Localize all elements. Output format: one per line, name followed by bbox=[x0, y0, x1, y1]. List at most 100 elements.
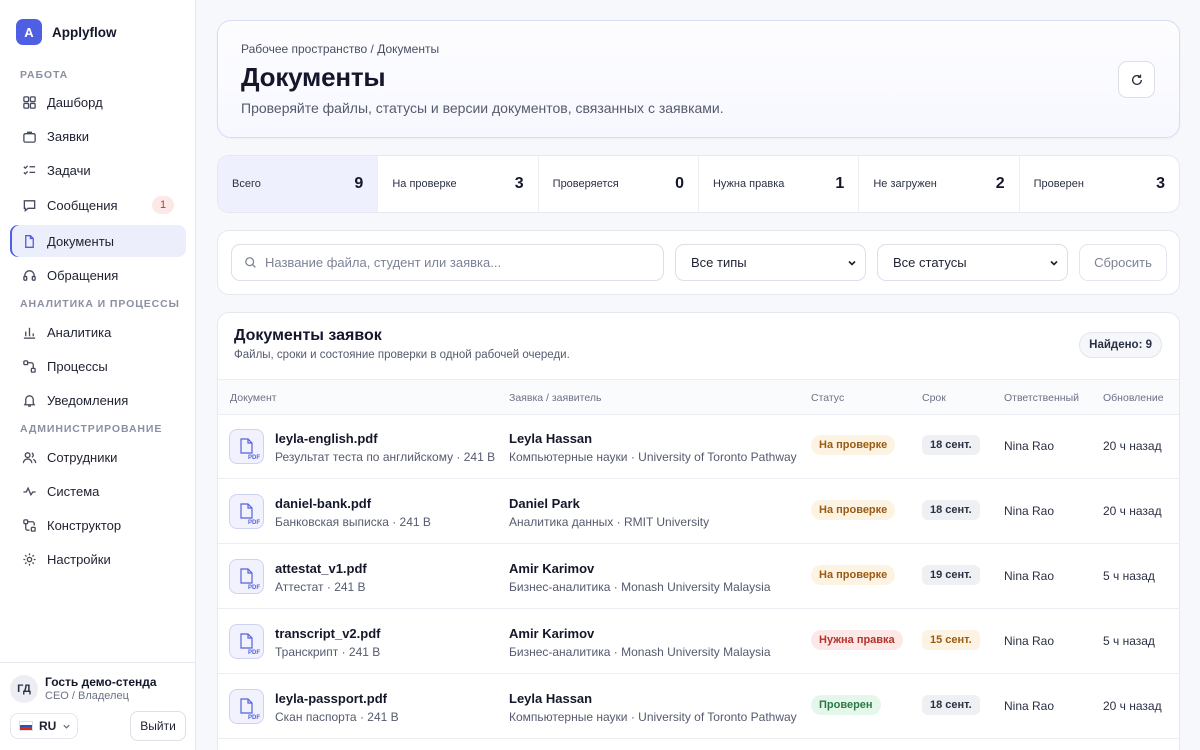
sidebar-item-requests[interactable]: Обращения bbox=[10, 259, 186, 291]
page-subtitle: Проверяйте файлы, статусы и версии докум… bbox=[241, 100, 724, 116]
stat-in-progress[interactable]: Проверяется 0 bbox=[539, 156, 699, 212]
owner-name: Nina Rao bbox=[1004, 569, 1055, 583]
chevron-down-icon bbox=[62, 722, 71, 731]
sidebar-item-notifications[interactable]: Уведомления bbox=[10, 384, 186, 416]
applicant-name[interactable]: Leyla Hassan bbox=[509, 431, 592, 446]
activity-icon bbox=[22, 484, 37, 499]
stat-needs-fix[interactable]: Нужна правка 1 bbox=[699, 156, 860, 212]
unread-badge: 1 bbox=[152, 196, 174, 214]
refresh-icon bbox=[1130, 73, 1144, 87]
logout-button[interactable]: Выйти bbox=[130, 711, 186, 741]
sidebar-item-messages[interactable]: Сообщения 1 bbox=[10, 189, 186, 221]
stat-label: Не загружен bbox=[873, 178, 937, 190]
table-row[interactable]: PDF daniel-bank.pdf Банковская выписка ·… bbox=[218, 479, 1179, 544]
stat-not-uploaded[interactable]: Не загружен 2 bbox=[859, 156, 1020, 212]
applicant-name[interactable]: Amir Karimov bbox=[509, 561, 594, 576]
file-meta: Банковская выписка · 241 B bbox=[275, 515, 431, 529]
table-row[interactable]: PDF leyla-passport.pdf Скан паспорта · 2… bbox=[218, 674, 1179, 739]
sidebar-item-label: Заявки bbox=[47, 128, 89, 144]
updated-time: 20 ч назад bbox=[1103, 439, 1162, 453]
column-header-deadline: Срок bbox=[922, 392, 946, 404]
sidebar: A Applyflow Работа Дашборд Заявки Задачи… bbox=[0, 0, 196, 750]
status-badge: На проверке bbox=[811, 500, 896, 520]
search-field[interactable] bbox=[231, 244, 664, 281]
applicant-name[interactable]: Amir Karimov bbox=[509, 626, 594, 641]
sidebar-item-processes[interactable]: Процессы bbox=[10, 350, 186, 382]
stat-label: Проверяется bbox=[552, 178, 619, 190]
updated-time: 5 ч назад bbox=[1103, 634, 1155, 648]
program-name: Бизнес-аналитика · Monash University Mal… bbox=[509, 645, 771, 659]
column-header-document: Документ bbox=[230, 392, 277, 404]
applicant-name[interactable]: Leyla Hassan bbox=[509, 691, 592, 706]
sidebar-item-tasks[interactable]: Задачи bbox=[10, 154, 186, 186]
reset-button[interactable]: Сбросить bbox=[1079, 244, 1167, 281]
language-switcher[interactable]: RU bbox=[10, 713, 78, 739]
file-name[interactable]: attestat_v1.pdf bbox=[275, 561, 367, 576]
file-meta: Транскрипт · 241 B bbox=[275, 645, 381, 659]
brand[interactable]: A Applyflow bbox=[16, 19, 117, 45]
stat-on-review[interactable]: На проверке 3 bbox=[378, 156, 539, 212]
updated-time: 20 ч назад bbox=[1103, 504, 1162, 518]
sidebar-item-analytics[interactable]: Аналитика bbox=[10, 316, 186, 348]
sidebar-item-label: Конструктор bbox=[47, 517, 122, 533]
language-label: RU bbox=[39, 719, 57, 733]
file-name[interactable]: daniel-bank.pdf bbox=[275, 496, 371, 511]
sidebar-item-label: Аналитика bbox=[47, 324, 112, 340]
stat-value: 9 bbox=[354, 175, 364, 192]
status-select-value: Все статусы bbox=[893, 255, 967, 270]
avatar: ГД bbox=[10, 675, 38, 703]
stat-label: Проверен bbox=[1033, 178, 1084, 190]
type-select[interactable]: Все типы bbox=[675, 244, 866, 281]
stat-total[interactable]: Всего 9 bbox=[218, 156, 379, 212]
page-title: Документы bbox=[241, 62, 386, 92]
status-select[interactable]: Все статусы bbox=[877, 244, 1068, 281]
deadline-badge: 15 сент. bbox=[922, 630, 980, 650]
pdf-file-icon: PDF bbox=[229, 494, 264, 529]
status-badge: Проверен bbox=[811, 695, 881, 715]
deadline-badge: 18 сент. bbox=[922, 435, 980, 455]
search-input[interactable] bbox=[265, 255, 645, 270]
file-meta: Аттестат · 241 B bbox=[275, 580, 366, 594]
program-name: Компьютерные науки · University of Toron… bbox=[509, 450, 797, 464]
stat-value: 3 bbox=[1156, 175, 1165, 192]
sidebar-item-label: Настройки bbox=[47, 551, 111, 567]
breadcrumb: Рабочее пространство / Документы bbox=[241, 42, 440, 56]
russia-flag-icon bbox=[19, 721, 33, 731]
table-row[interactable]: PDF transcript_v2.pdf Транскрипт · 241 B… bbox=[218, 609, 1179, 674]
status-badge: На проверке bbox=[811, 565, 896, 585]
table-row[interactable]: PDF attestat_v1.pdf Аттестат · 241 B Ami… bbox=[218, 544, 1179, 609]
sidebar-item-label: Дашборд bbox=[47, 94, 103, 110]
file-name[interactable]: transcript_v2.pdf bbox=[275, 626, 380, 641]
brand-name: Applyflow bbox=[52, 24, 117, 40]
column-header-applicant: Заявка / заявитель bbox=[509, 392, 602, 404]
briefcase-icon bbox=[22, 129, 37, 144]
stat-verified[interactable]: Проверен 3 bbox=[1020, 156, 1179, 212]
program-name: Бизнес-аналитика · Monash University Mal… bbox=[509, 580, 771, 594]
sidebar-item-system[interactable]: Система bbox=[10, 475, 186, 507]
sidebar-item-label: Сотрудники bbox=[47, 449, 118, 465]
sidebar-item-documents[interactable]: Документы bbox=[10, 225, 186, 257]
stat-value: 0 bbox=[675, 175, 684, 192]
sidebar-item-applications[interactable]: Заявки bbox=[10, 120, 186, 152]
owner-name: Nina Rao bbox=[1004, 634, 1055, 648]
bell-icon bbox=[22, 393, 37, 408]
updated-time: 20 ч назад bbox=[1103, 699, 1162, 713]
brand-logo: A bbox=[16, 19, 42, 45]
table-subtitle: Файлы, сроки и состояние проверки в одно… bbox=[234, 349, 570, 361]
pdf-file-icon: PDF bbox=[229, 689, 264, 724]
dashboard-icon bbox=[22, 95, 37, 110]
sidebar-item-label: Система bbox=[47, 483, 100, 499]
applicant-name[interactable]: Daniel Park bbox=[509, 496, 580, 511]
message-icon bbox=[22, 198, 37, 213]
table-row[interactable]: PDF leyla-english.pdf Результат теста по… bbox=[218, 414, 1179, 479]
sidebar-item-builder[interactable]: Конструктор bbox=[10, 509, 186, 541]
user-name: Гость демо-стенда bbox=[45, 675, 157, 689]
stat-value: 2 bbox=[995, 175, 1005, 192]
bar-chart-icon bbox=[22, 325, 37, 340]
sidebar-item-settings[interactable]: Настройки bbox=[10, 543, 186, 575]
sidebar-item-staff[interactable]: Сотрудники bbox=[10, 441, 186, 473]
file-name[interactable]: leyla-passport.pdf bbox=[275, 691, 387, 706]
refresh-button[interactable] bbox=[1118, 61, 1155, 98]
file-name[interactable]: leyla-english.pdf bbox=[275, 431, 378, 446]
sidebar-item-dashboard[interactable]: Дашборд bbox=[10, 86, 186, 118]
